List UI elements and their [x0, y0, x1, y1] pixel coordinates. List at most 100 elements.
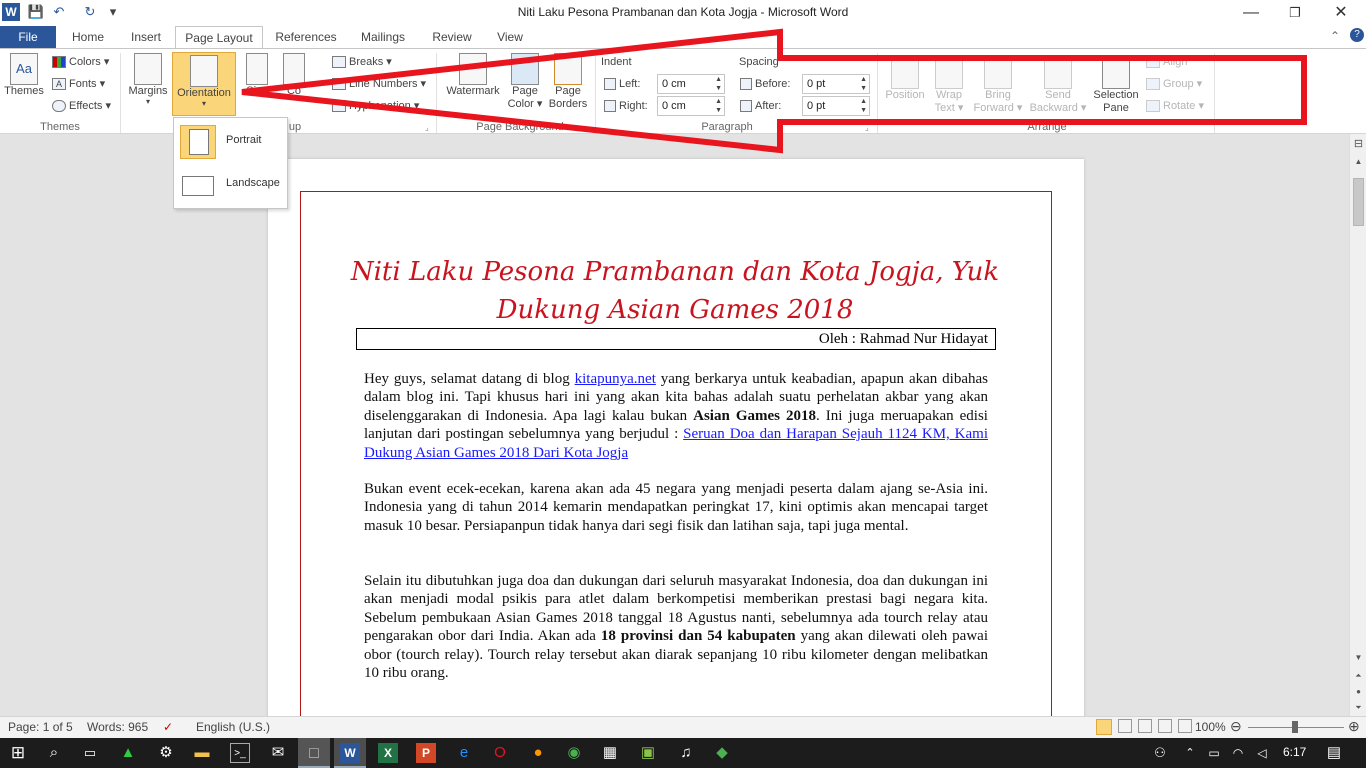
- paragraph-1[interactable]: Hey guys, selamat datang di blog kitapun…: [364, 370, 988, 462]
- page-setup-launcher-icon[interactable]: ⌟: [425, 123, 429, 132]
- start-icon[interactable]: ⊞: [8, 743, 28, 763]
- edge-icon[interactable]: e: [454, 743, 474, 763]
- spacing-before-input[interactable]: 0 pt ▲ ▼: [802, 74, 870, 94]
- tab-insert[interactable]: Insert: [120, 26, 172, 48]
- word-count[interactable]: Words: 965: [87, 720, 148, 734]
- zoom-in-icon[interactable]: ⊕: [1348, 718, 1360, 735]
- collapse-ribbon-icon[interactable]: ⌃: [1330, 29, 1340, 43]
- zoom-level[interactable]: 100%: [1195, 720, 1226, 734]
- breaks-button[interactable]: Breaks ▾: [332, 53, 392, 71]
- author-box[interactable]: Oleh : Rahmad Nur Hidayat: [356, 328, 996, 350]
- people-icon[interactable]: ⚇: [1150, 743, 1170, 763]
- margins-button[interactable]: Margins ▾: [126, 53, 170, 106]
- notifications-icon[interactable]: ▤: [1324, 743, 1344, 763]
- tab-page-layout[interactable]: Page Layout: [175, 26, 263, 49]
- next-page-icon[interactable]: ⏷: [1351, 700, 1366, 716]
- hyphenation-button[interactable]: Hyphenation ▾: [332, 97, 419, 115]
- line-numbers-button[interactable]: Line Numbers ▾: [332, 75, 426, 93]
- help-icon[interactable]: ?: [1350, 28, 1364, 42]
- wrap-text-button[interactable]: Wrap Text ▾: [930, 57, 968, 115]
- language[interactable]: English (U.S.): [196, 720, 270, 734]
- previous-page-icon[interactable]: ⏶: [1351, 668, 1366, 684]
- clock[interactable]: 6:17: [1283, 745, 1306, 759]
- app-green-icon[interactable]: ◆: [712, 743, 732, 763]
- tab-references[interactable]: References: [268, 26, 344, 48]
- zoom-slider-thumb[interactable]: [1292, 721, 1298, 733]
- task-view-icon[interactable]: ▭: [80, 743, 100, 763]
- firefox-icon[interactable]: ●: [528, 743, 548, 763]
- tab-view[interactable]: View: [486, 26, 534, 48]
- orientation-landscape-item[interactable]: Landscape: [176, 164, 286, 206]
- zoom-out-icon[interactable]: ⊖: [1230, 718, 1242, 735]
- volume-icon[interactable]: ◁: [1252, 743, 1272, 763]
- outline-view-icon[interactable]: [1158, 719, 1172, 733]
- fonts-button[interactable]: A Fonts ▾: [52, 75, 105, 93]
- orientation-portrait-item[interactable]: Portrait: [176, 121, 286, 163]
- indent-right-input[interactable]: 0 cm ▲ ▼: [657, 96, 725, 116]
- settings-icon[interactable]: ⚙: [156, 743, 176, 763]
- paragraph-3[interactable]: Selain itu dibutuhkan juga doa dan dukun…: [364, 572, 988, 682]
- scroll-thumb[interactable]: [1353, 178, 1364, 226]
- colors-button[interactable]: Colors ▾: [52, 53, 109, 71]
- minimize-button[interactable]: —: [1228, 0, 1274, 26]
- mail-icon[interactable]: ✉: [268, 743, 288, 763]
- file-explorer-icon[interactable]: ▬: [192, 743, 212, 763]
- size-button[interactable]: Size: [244, 53, 270, 97]
- spacing-before-spinner-icon[interactable]: ▲ ▼: [860, 75, 867, 93]
- wifi-icon[interactable]: ◠: [1228, 743, 1248, 763]
- opera-icon[interactable]: O: [490, 743, 510, 763]
- page-borders-button[interactable]: Page Borders: [546, 53, 590, 111]
- send-backward-button[interactable]: Send Backward ▾: [1026, 57, 1090, 115]
- selection-pane-button[interactable]: Selection Pane: [1090, 57, 1142, 115]
- battery-icon[interactable]: ▭: [1204, 743, 1224, 763]
- rotate-button[interactable]: Rotate ▾: [1146, 97, 1204, 115]
- command-prompt-icon[interactable]: >_: [230, 743, 250, 763]
- indent-left-spinner-icon[interactable]: ▲ ▼: [715, 75, 722, 93]
- columns-button[interactable]: Co: [282, 53, 306, 97]
- indent-right-spinner-icon[interactable]: ▲ ▼: [715, 97, 722, 115]
- calculator-icon[interactable]: ▦: [600, 743, 620, 763]
- draft-view-icon[interactable]: [1178, 719, 1192, 733]
- tab-review[interactable]: Review: [424, 26, 480, 48]
- tab-file[interactable]: File: [0, 26, 56, 48]
- print-layout-view-icon[interactable]: [1096, 719, 1112, 735]
- group-button[interactable]: Group ▾: [1146, 75, 1202, 93]
- proofing-icon[interactable]: ✓: [163, 720, 173, 734]
- tab-home[interactable]: Home: [60, 26, 116, 48]
- restore-button[interactable]: ❐: [1272, 0, 1318, 26]
- app-green-triangle-icon[interactable]: ▲: [118, 743, 138, 763]
- indent-left-input[interactable]: 0 cm ▲ ▼: [657, 74, 725, 94]
- align-button[interactable]: Align: [1146, 53, 1187, 71]
- document-title[interactable]: Niti Laku Pesona Prambanan dan Kota Jogj…: [350, 253, 1000, 329]
- app-icon[interactable]: ◻: [304, 743, 324, 763]
- image-editor-icon[interactable]: ▣: [638, 743, 658, 763]
- ruler-toggle-icon[interactable]: ⊟: [1351, 136, 1366, 152]
- position-button[interactable]: Position: [882, 57, 928, 101]
- media-icon[interactable]: ♫: [676, 743, 696, 763]
- web-layout-view-icon[interactable]: [1138, 719, 1152, 733]
- orientation-button[interactable]: Orientation ▾: [172, 52, 236, 116]
- close-button[interactable]: ✕: [1318, 0, 1364, 26]
- themes-button[interactable]: Aa Themes: [4, 53, 44, 97]
- blog-link[interactable]: kitapunya.net: [575, 371, 656, 387]
- full-screen-view-icon[interactable]: [1118, 719, 1132, 733]
- show-hidden-icons-icon[interactable]: ⌃: [1180, 743, 1200, 763]
- browse-object-icon[interactable]: ●: [1351, 684, 1366, 700]
- excel-taskbar-icon[interactable]: X: [378, 743, 398, 763]
- watermark-button[interactable]: Watermark: [443, 53, 503, 97]
- paragraph-2[interactable]: Bukan event ecek-ecekan, karena akan ada…: [364, 480, 988, 535]
- effects-button[interactable]: Effects ▾: [52, 97, 111, 115]
- bring-forward-button[interactable]: Bring Forward ▾: [968, 57, 1028, 115]
- search-icon[interactable]: ⌕: [44, 743, 64, 763]
- page-color-button[interactable]: Page Color ▾: [504, 53, 546, 111]
- scroll-down-icon[interactable]: ▼: [1351, 650, 1366, 666]
- spacing-after-input[interactable]: 0 pt ▲ ▼: [802, 96, 870, 116]
- word-taskbar-icon[interactable]: W: [340, 743, 360, 763]
- paragraph-launcher-icon[interactable]: ⌟: [865, 123, 869, 132]
- powerpoint-taskbar-icon[interactable]: P: [416, 743, 436, 763]
- tab-mailings[interactable]: Mailings: [350, 26, 416, 48]
- vertical-scrollbar[interactable]: ⊟ ▲ ▼ ⏶ ● ⏷: [1349, 134, 1366, 716]
- chrome-icon[interactable]: ◉: [564, 743, 584, 763]
- spacing-after-spinner-icon[interactable]: ▲ ▼: [860, 97, 867, 115]
- scroll-up-icon[interactable]: ▲: [1351, 154, 1366, 170]
